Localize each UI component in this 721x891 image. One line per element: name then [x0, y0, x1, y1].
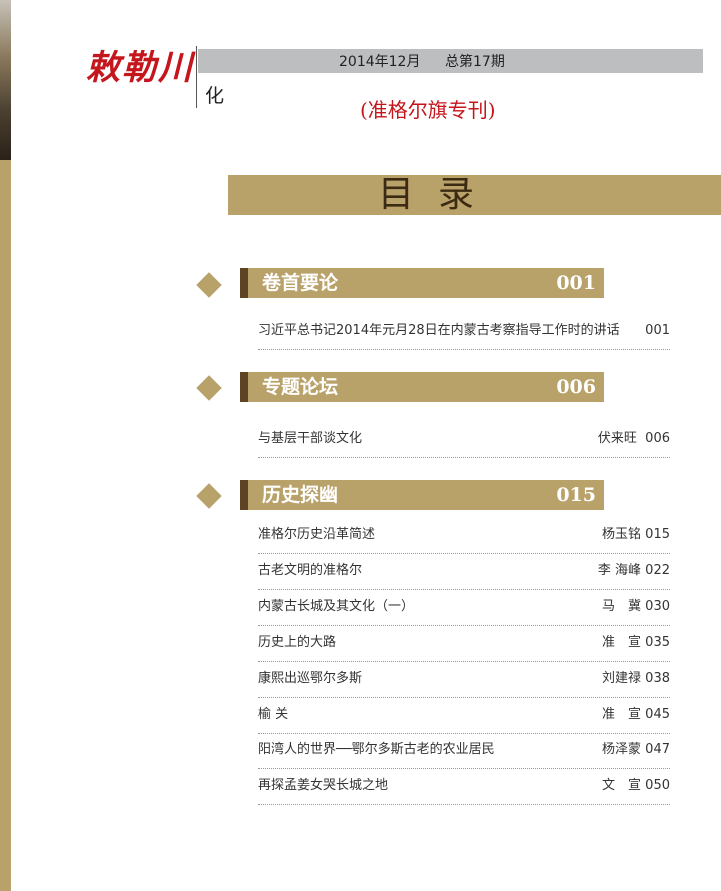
entry-author-page: 马 冀 030: [602, 599, 670, 614]
special-edition-label: (准格尔旗专刊): [360, 98, 496, 122]
toc-entry[interactable]: 阳湾人的世界──鄂尔多斯古老的农业居民 杨泽蒙 047: [258, 732, 670, 769]
entry-title: 历史上的大路: [258, 635, 337, 650]
contents-title: 目录: [378, 174, 499, 215]
entry-title: 再探孟姜女哭长城之地: [258, 778, 389, 793]
section-accent: [240, 268, 248, 298]
entry-title: 准格尔历史沿革简述: [258, 527, 376, 542]
toc-entry[interactable]: 准格尔历史沿革简述 杨玉铭 015: [258, 517, 670, 554]
entry-title: 内蒙古长城及其文化（一）: [258, 599, 415, 614]
entry-author-page: 文 宣 050: [602, 778, 670, 793]
section-title: 历史探幽: [262, 484, 339, 506]
section-diamond-icon: [196, 272, 222, 298]
left-edge-strip: [0, 0, 11, 891]
section-page: 015: [556, 484, 596, 506]
entry-title: 榆 关: [258, 707, 289, 722]
entry-title: 阳湾人的世界──鄂尔多斯古老的农业居民: [258, 742, 495, 757]
entry-title: 古老文明的准格尔: [258, 563, 363, 578]
issue-bar: 2014年12月 总第17期: [198, 49, 703, 73]
section-page: 006: [556, 376, 596, 398]
section-title: 专题论坛: [262, 376, 339, 398]
toc-entry[interactable]: 历史上的大路 准 宣 035: [258, 625, 670, 662]
section-header[interactable]: 历史探幽 015: [240, 480, 604, 510]
entry-author-page: 准 宣 045: [602, 707, 670, 722]
section-accent: [240, 372, 248, 402]
entry-author-page: 杨玉铭 015: [602, 527, 670, 542]
entry-title: 习近平总书记2014年元月28日在内蒙古考察指导工作时的讲话: [258, 323, 620, 338]
section-diamond-icon: [196, 375, 222, 401]
section-header[interactable]: 卷首要论 001: [240, 268, 604, 298]
entry-author-page: 李 海峰 022: [597, 563, 670, 578]
toc-entry[interactable]: 再探孟姜女哭长城之地 文 宣 050: [258, 768, 670, 805]
toc-entry[interactable]: 内蒙古长城及其文化（一） 马 冀 030: [258, 589, 670, 626]
section-accent: [240, 480, 248, 510]
section-diamond-icon: [196, 483, 222, 509]
section-title: 卷首要论: [262, 272, 339, 294]
toc-entry[interactable]: 榆 关 准 宣 045: [258, 697, 670, 734]
entry-page: 001: [645, 323, 670, 338]
section-page: 001: [556, 272, 596, 294]
contents-title-bar: 目录: [228, 174, 721, 215]
entry-author-page: 伏来旺 006: [597, 431, 670, 446]
cover-photo-edge: [0, 0, 11, 160]
issue-date: 2014年12月: [339, 54, 421, 70]
issue-number: 总第17期: [445, 54, 505, 70]
entry-title: 与基层干部谈文化: [258, 431, 363, 446]
toc-entry[interactable]: 与基层干部谈文化 伏来旺 006: [258, 421, 670, 458]
entry-title: 康熙出巡鄂尔多斯: [258, 671, 363, 686]
logo-divider: [196, 46, 197, 108]
toc-entry[interactable]: 习近平总书记2014年元月28日在内蒙古考察指导工作时的讲话 001: [258, 313, 670, 350]
toc-entry[interactable]: 康熙出巡鄂尔多斯 刘建禄 038: [258, 661, 670, 698]
entry-author-page: 刘建禄 038: [602, 671, 670, 686]
entry-author-page: 杨泽蒙 047: [602, 742, 670, 757]
entry-author-page: 准 宣 035: [602, 635, 670, 650]
section-header[interactable]: 专题论坛 006: [240, 372, 604, 402]
masthead-logo: 敕勒川: [86, 48, 194, 88]
toc-entry[interactable]: 古老文明的准格尔 李 海峰 022: [258, 553, 670, 590]
